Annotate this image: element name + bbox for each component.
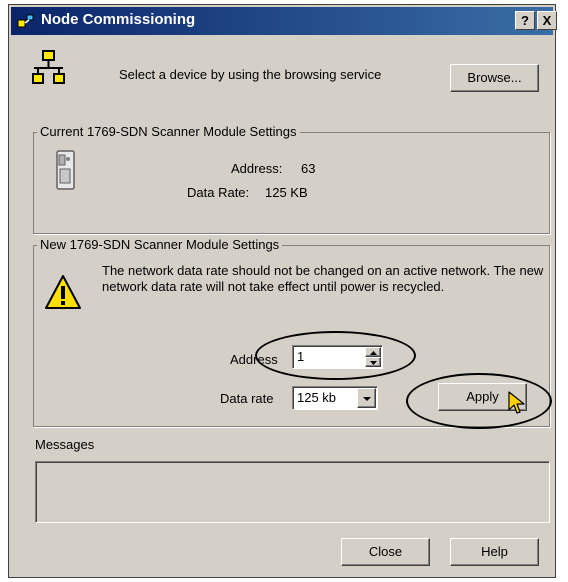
current-address-label: Address: (231, 161, 283, 176)
new-settings-title: New 1769-SDN Scanner Module Settings (37, 237, 283, 252)
dropdown-arrow-icon[interactable] (357, 388, 376, 408)
current-address-value: 63 (301, 161, 316, 176)
window-title: Node Commissioning (41, 11, 196, 28)
rate-change-warning: The network data rate should not be chan… (102, 263, 544, 294)
node-commissioning-dialog: Node Commissioning ? X Select a device b… (8, 4, 557, 578)
data-rate-value: 125 kb (297, 390, 337, 405)
address-highlight-ellipse (255, 331, 416, 380)
network-icon (32, 50, 65, 84)
current-settings-title: Current 1769-SDN Scanner Module Settings (37, 124, 300, 139)
close-button[interactable]: Close (341, 538, 430, 566)
current-data-rate-label: Data Rate: (187, 185, 250, 200)
warning-icon (45, 275, 81, 309)
help-title-button[interactable]: ? (515, 11, 535, 30)
scanner-module-icon (56, 150, 75, 190)
browse-prompt: Select a device by using the browsing se… (119, 67, 382, 82)
browse-button[interactable]: Browse... (450, 64, 539, 92)
help-button[interactable]: Help (450, 538, 539, 566)
current-settings-group (33, 132, 550, 234)
title-bar[interactable]: Node Commissioning ? X (11, 7, 557, 35)
apply-highlight-ellipse (406, 373, 552, 429)
current-data-rate-value: 125 KB (265, 185, 308, 200)
data-rate-select[interactable]: 125 kb (292, 386, 378, 410)
app-icon (17, 14, 34, 28)
close-title-button[interactable]: X (537, 11, 557, 30)
new-data-rate-label: Data rate (220, 391, 274, 406)
messages-box (35, 461, 550, 523)
messages-label: Messages (35, 437, 95, 452)
